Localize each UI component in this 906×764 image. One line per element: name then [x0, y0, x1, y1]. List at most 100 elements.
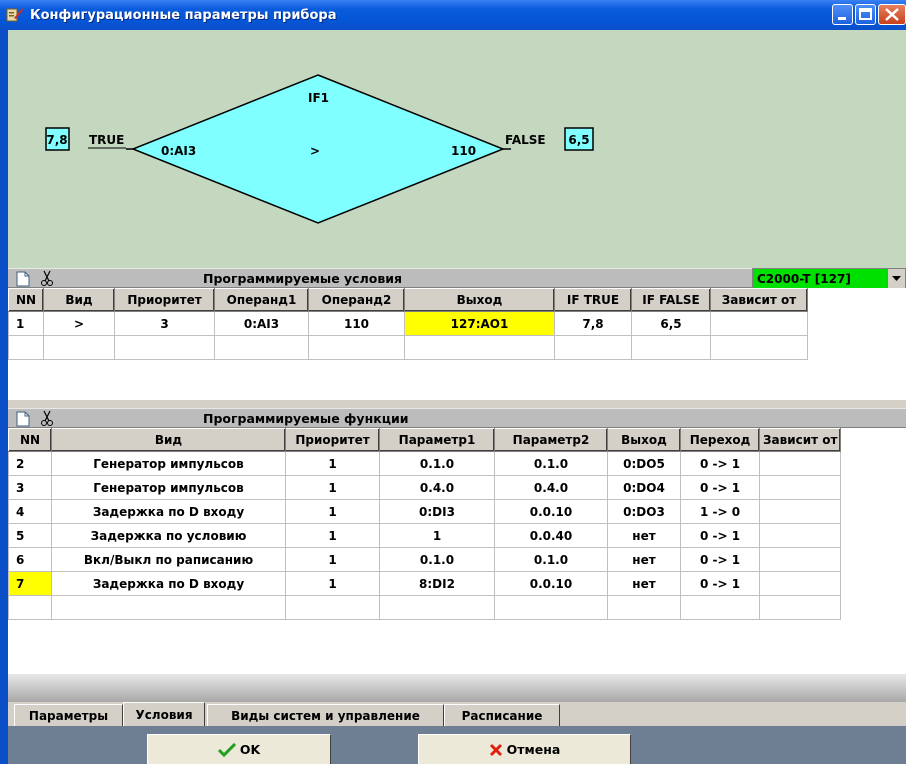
cell-if-true[interactable]: 7,8: [554, 311, 632, 336]
cell-kind[interactable]: Задержка по условию: [51, 523, 286, 548]
table-row[interactable]: 6 Вкл/Выкл по раписанию 1 0.1.0 0.1.0 не…: [8, 547, 842, 572]
cell-param1[interactable]: 8:DI2: [379, 571, 495, 596]
cell-kind[interactable]: Задержка по D входу: [51, 499, 286, 524]
col-output[interactable]: Выход: [607, 428, 681, 452]
cell-output[interactable]: 127:AO1: [404, 311, 555, 336]
splitter[interactable]: [8, 400, 906, 408]
tab-systems-control[interactable]: Виды систем и управление: [207, 704, 444, 726]
cell-output[interactable]: 0:DO5: [607, 451, 681, 476]
device-dropdown[interactable]: C2000-T [127]: [752, 268, 906, 290]
cell-nn[interactable]: 3: [8, 475, 52, 500]
table-row[interactable]: 2 Генератор импульсов 1 0.1.0 0.1.0 0:DO…: [8, 451, 842, 476]
cell-nn[interactable]: 6: [8, 547, 52, 572]
cell-priority[interactable]: 3: [114, 311, 215, 336]
cell-depends[interactable]: [758, 523, 842, 548]
cell-priority[interactable]: 1: [285, 523, 380, 548]
cell-kind[interactable]: Генератор импульсов: [51, 475, 286, 500]
cell-operand1[interactable]: 0:AI3: [214, 311, 309, 336]
maximize-button[interactable]: [855, 4, 876, 25]
cell-priority[interactable]: 1: [285, 547, 380, 572]
cell-param2[interactable]: 0.1.0: [494, 451, 608, 476]
cell-param2[interactable]: 0.0.40: [494, 523, 608, 548]
col-operand1[interactable]: Операнд1: [214, 288, 309, 312]
cell-depends[interactable]: [758, 451, 842, 476]
col-nn[interactable]: NN: [8, 288, 44, 312]
table-row[interactable]: 5 Задержка по условию 1 1 0.0.40 нет 0 -…: [8, 523, 842, 548]
cell-param2[interactable]: 0.1.0: [494, 547, 608, 572]
col-operand2[interactable]: Операнд2: [308, 288, 405, 312]
scissors-icon[interactable]: [40, 270, 54, 287]
tab-parameters[interactable]: Параметры: [14, 704, 123, 726]
cell-nn[interactable]: 7: [8, 571, 52, 596]
cell-param1[interactable]: 0:DI3: [379, 499, 495, 524]
cell-transition[interactable]: 0 -> 1: [680, 451, 760, 476]
cell-depends[interactable]: [758, 571, 842, 596]
cell-priority[interactable]: 1: [285, 571, 380, 596]
cell-param1[interactable]: 0.4.0: [379, 475, 495, 500]
col-param2[interactable]: Параметр2: [494, 428, 608, 452]
close-button[interactable]: [878, 4, 906, 25]
cell-nn[interactable]: 2: [8, 451, 52, 476]
col-depends[interactable]: Зависит от: [710, 288, 808, 312]
cell-depends[interactable]: [710, 311, 808, 336]
cell-output[interactable]: 0:DO4: [607, 475, 681, 500]
cell-nn[interactable]: 4: [8, 499, 52, 524]
cell-transition[interactable]: 0 -> 1: [680, 475, 760, 500]
col-kind[interactable]: Вид: [51, 428, 286, 452]
cell-depends[interactable]: [758, 475, 842, 500]
cell-kind[interactable]: Генератор импульсов: [51, 451, 286, 476]
cell-operand2[interactable]: 110: [308, 311, 405, 336]
col-kind[interactable]: Вид: [43, 288, 115, 312]
scissors-icon[interactable]: [40, 410, 54, 427]
cell-param1[interactable]: 0.1.0: [379, 451, 495, 476]
col-if-false[interactable]: IF FALSE: [631, 288, 711, 312]
cell-priority[interactable]: 1: [285, 475, 380, 500]
minimize-button[interactable]: [832, 4, 853, 25]
cell-param2[interactable]: 0.4.0: [494, 475, 608, 500]
col-nn[interactable]: NN: [8, 428, 52, 452]
functions-title: Программируемые функции: [203, 411, 409, 426]
cell-param2[interactable]: 0.0.10: [494, 499, 608, 524]
cell-output[interactable]: 0:DO3: [607, 499, 681, 524]
table-row[interactable]: 4 Задержка по D входу 1 0:DI3 0.0.10 0:D…: [8, 499, 842, 524]
cancel-button[interactable]: Отмена: [418, 734, 631, 764]
col-transition[interactable]: Переход: [680, 428, 760, 452]
table-row[interactable]: 3 Генератор импульсов 1 0.4.0 0.4.0 0:DO…: [8, 475, 842, 500]
cell-output[interactable]: нет: [607, 571, 681, 596]
cell-nn[interactable]: 5: [8, 523, 52, 548]
col-depends[interactable]: Зависит от: [758, 428, 842, 452]
cell-transition[interactable]: 0 -> 1: [680, 523, 760, 548]
cell-if-false[interactable]: 6,5: [631, 311, 711, 336]
cell-nn[interactable]: 1: [8, 311, 44, 336]
col-if-true[interactable]: IF TRUE: [554, 288, 632, 312]
cell-transition[interactable]: 0 -> 1: [680, 571, 760, 596]
cell-depends[interactable]: [758, 499, 842, 524]
table-row-selected[interactable]: 7 Задержка по D входу 1 8:DI2 0.0.10 нет…: [8, 571, 842, 596]
table-row[interactable]: 1 > 3 0:AI3 110 127:AO1 7,8 6,5: [8, 311, 808, 336]
new-row-icon[interactable]: [16, 411, 30, 427]
cell-kind[interactable]: Вкл/Выкл по раписанию: [51, 547, 286, 572]
table-row-empty[interactable]: [8, 595, 842, 620]
col-output[interactable]: Выход: [404, 288, 555, 312]
ok-button[interactable]: OK: [147, 734, 331, 764]
tab-conditions[interactable]: Условия: [123, 702, 205, 726]
tab-schedule[interactable]: Расписание: [444, 704, 560, 726]
cell-output[interactable]: нет: [607, 547, 681, 572]
cell-param1[interactable]: 1: [379, 523, 495, 548]
cell-param1[interactable]: 0.1.0: [379, 547, 495, 572]
cell-depends[interactable]: [758, 547, 842, 572]
new-row-icon[interactable]: [16, 271, 30, 287]
cell-priority[interactable]: 1: [285, 451, 380, 476]
col-priority[interactable]: Приоритет: [285, 428, 380, 452]
dropdown-arrow-button[interactable]: [887, 269, 905, 289]
cell-param2[interactable]: 0.0.10: [494, 571, 608, 596]
col-param1[interactable]: Параметр1: [379, 428, 495, 452]
cell-transition[interactable]: 0 -> 1: [680, 547, 760, 572]
cell-kind[interactable]: >: [43, 311, 115, 336]
cell-output[interactable]: нет: [607, 523, 681, 548]
table-row-empty[interactable]: [8, 335, 808, 360]
cell-kind[interactable]: Задержка по D входу: [51, 571, 286, 596]
col-priority[interactable]: Приоритет: [114, 288, 215, 312]
cell-transition[interactable]: 1 -> 0: [680, 499, 760, 524]
cell-priority[interactable]: 1: [285, 499, 380, 524]
